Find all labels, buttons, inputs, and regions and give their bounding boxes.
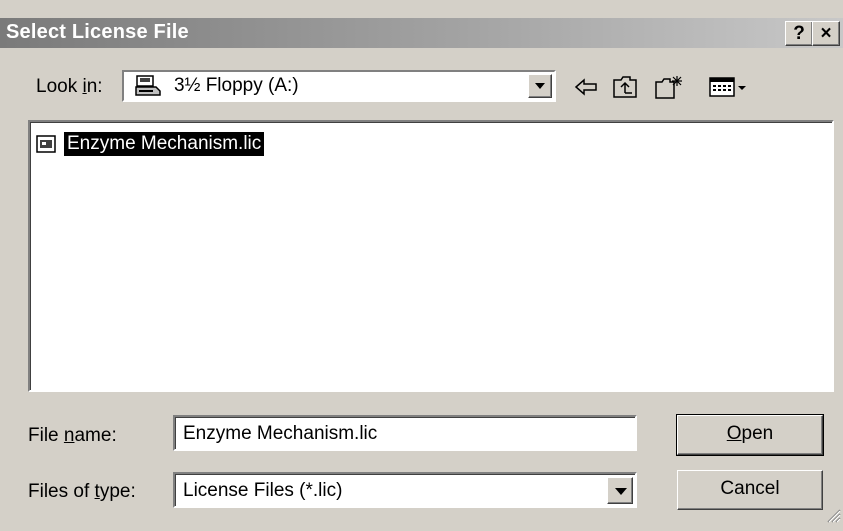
license-file-icon bbox=[36, 135, 56, 153]
file-list[interactable]: Enzyme Mechanism.lic bbox=[28, 120, 834, 392]
help-button[interactable]: ? bbox=[785, 21, 813, 46]
look-in-dropdown[interactable]: 3½ Floppy (A:) bbox=[122, 70, 556, 102]
up-folder-icon[interactable] bbox=[612, 74, 638, 100]
file-name-value: Enzyme Mechanism.lic bbox=[183, 423, 378, 444]
open-button[interactable]: Open bbox=[676, 414, 824, 456]
window-title: Select License File bbox=[6, 21, 189, 43]
file-type-dropdown-button[interactable] bbox=[607, 477, 633, 504]
cancel-button[interactable]: Cancel bbox=[677, 470, 823, 510]
new-folder-icon[interactable] bbox=[654, 74, 684, 100]
file-type-dropdown[interactable]: License Files (*.lic) bbox=[173, 472, 637, 508]
floppy-drive-icon bbox=[134, 75, 162, 97]
file-name-label: Enzyme Mechanism.lic bbox=[64, 132, 265, 156]
chevron-down-icon bbox=[535, 83, 545, 89]
back-arrow-icon[interactable] bbox=[574, 74, 598, 100]
look-in-value: 3½ Floppy (A:) bbox=[174, 75, 299, 96]
view-menu-icon[interactable] bbox=[708, 74, 748, 100]
look-in-dropdown-button[interactable] bbox=[528, 74, 552, 98]
file-name-label: File name: bbox=[28, 425, 117, 446]
file-name-input[interactable]: Enzyme Mechanism.lic bbox=[173, 415, 637, 451]
resize-grip-icon[interactable] bbox=[823, 505, 841, 529]
look-in-label: Look in: bbox=[36, 76, 103, 97]
file-type-label: Files of type: bbox=[28, 481, 136, 502]
file-type-value: License Files (*.lic) bbox=[183, 480, 343, 501]
chevron-down-icon bbox=[615, 488, 627, 495]
select-license-file-dialog: Select License File ? × Look in: 3½ Flop… bbox=[0, 0, 843, 531]
title-bar[interactable]: Select License File ? × bbox=[0, 18, 843, 48]
close-button[interactable]: × bbox=[812, 21, 840, 46]
